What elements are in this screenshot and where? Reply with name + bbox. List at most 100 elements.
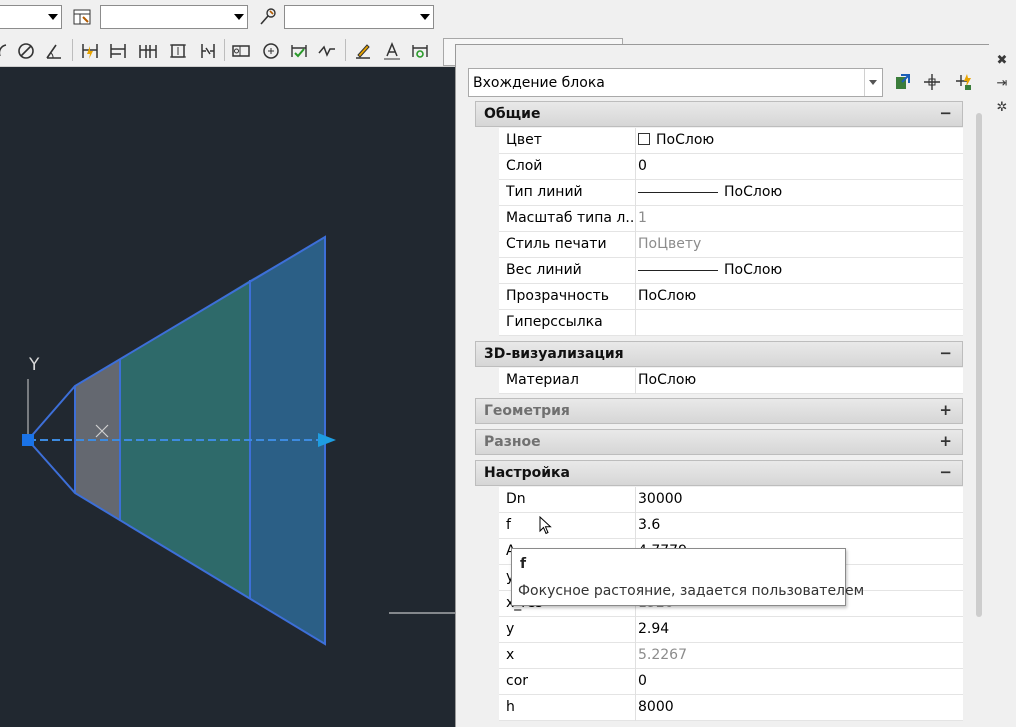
linetype-preview bbox=[638, 191, 718, 193]
collapse-icon[interactable]: − bbox=[939, 463, 952, 481]
property-row-material[interactable]: Материал ПоСлою bbox=[475, 368, 963, 394]
property-row-hyperlink[interactable]: Гиперссылка bbox=[475, 310, 963, 336]
close-icon[interactable]: ✖ bbox=[995, 54, 1009, 68]
property-value: 5.2267 bbox=[638, 647, 687, 663]
property-value: 1 bbox=[638, 210, 647, 226]
object-type-value: Вхождение блока bbox=[473, 75, 605, 91]
property-name: cor bbox=[506, 673, 529, 689]
chevron-down-icon bbox=[420, 14, 430, 20]
expand-icon[interactable]: + bbox=[939, 432, 952, 450]
tooltip-body: Фокусное растояние, задается пользовател… bbox=[518, 583, 865, 599]
property-value: ПоСлою bbox=[656, 132, 715, 148]
chevron-down-icon[interactable] bbox=[864, 69, 882, 96]
center-mark-icon[interactable] bbox=[259, 39, 283, 63]
color-swatch-icon bbox=[638, 133, 650, 145]
category-misc[interactable]: Разное + bbox=[475, 429, 963, 455]
property-value: 0 bbox=[638, 158, 647, 174]
property-value: 2.94 bbox=[638, 621, 670, 637]
axis-arrow-icon bbox=[318, 433, 336, 447]
property-value: 30000 bbox=[638, 491, 683, 507]
category-label: Общие bbox=[484, 106, 541, 122]
property-name: Гиперссылка bbox=[506, 314, 603, 330]
property-value: ПоСлою bbox=[724, 262, 783, 278]
palette-title-strip: ✖ ⇥ ✲ bbox=[989, 44, 1016, 727]
scrollbar-thumb[interactable] bbox=[976, 113, 982, 617]
property-row-linetype-scale[interactable]: Масштаб типа л... 1 bbox=[475, 206, 963, 232]
category-geometry[interactable]: Геометрия + bbox=[475, 398, 963, 424]
property-name: Dn bbox=[506, 491, 526, 507]
property-name: Материал bbox=[506, 372, 579, 388]
category-general[interactable]: Общие − bbox=[475, 101, 963, 127]
tooltip-title: f bbox=[520, 556, 527, 572]
multileader-style-combo[interactable] bbox=[284, 5, 434, 29]
top-toolbar bbox=[0, 0, 455, 35]
property-value: ПоСлою bbox=[638, 288, 697, 304]
multileader-style-icon[interactable] bbox=[256, 5, 280, 29]
property-row-layer[interactable]: Слой 0 bbox=[475, 154, 963, 180]
category-label: 3D-визуализация bbox=[484, 346, 624, 362]
property-name: Слой bbox=[506, 158, 543, 174]
insertion-grip bbox=[22, 434, 34, 446]
property-row-color[interactable]: Цвет ПоСлою bbox=[475, 128, 963, 154]
dimension-break-icon[interactable] bbox=[196, 39, 220, 63]
table-style-icon[interactable] bbox=[70, 5, 94, 29]
property-value: 0 bbox=[638, 673, 647, 689]
property-row-x[interactable]: x 5.2267 bbox=[475, 643, 963, 669]
property-row-y[interactable]: y 2.94 bbox=[475, 617, 963, 643]
properties-menu-icon[interactable]: ✲ bbox=[995, 101, 1009, 115]
property-name: Прозрачность bbox=[506, 288, 609, 304]
property-row-lineweight[interactable]: Вес линий ПоСлою bbox=[475, 258, 963, 284]
category-label: Разное bbox=[484, 434, 541, 450]
dimension-toolbar bbox=[0, 36, 455, 67]
jogged-linear-icon[interactable] bbox=[315, 39, 339, 63]
select-objects-icon[interactable] bbox=[920, 70, 944, 94]
inspect-icon[interactable] bbox=[287, 39, 311, 63]
property-value: 8000 bbox=[638, 699, 674, 715]
object-type-selector[interactable]: Вхождение блока bbox=[468, 68, 883, 97]
table-style-combo[interactable] bbox=[100, 5, 248, 29]
property-tooltip: f Фокусное растояние, задается пользоват… bbox=[511, 548, 864, 606]
property-name: Вес линий bbox=[506, 262, 582, 278]
ucs-y-label: Y bbox=[29, 355, 40, 375]
property-row-dn[interactable]: Dn 30000 bbox=[475, 487, 963, 513]
category-3d-visualization[interactable]: 3D-визуализация − bbox=[475, 341, 963, 367]
collapse-icon[interactable]: − bbox=[939, 104, 952, 122]
property-row-linetype[interactable]: Тип линий ПоСлою bbox=[475, 180, 963, 206]
category-custom[interactable]: Настройка − bbox=[475, 460, 963, 486]
chevron-down-icon bbox=[48, 14, 58, 20]
quick-select-icon[interactable] bbox=[952, 70, 976, 94]
chevron-down-icon bbox=[234, 14, 244, 20]
vertical-scrollbar[interactable] bbox=[975, 101, 983, 619]
continue-dimension-icon[interactable] bbox=[136, 39, 160, 63]
property-row-h[interactable]: h 8000 bbox=[475, 695, 963, 721]
property-name: Тип линий bbox=[506, 184, 583, 200]
category-label: Геометрия bbox=[484, 403, 570, 419]
dimension-edit-icon[interactable] bbox=[351, 39, 375, 63]
property-name: x bbox=[506, 647, 515, 663]
dimension-update-icon[interactable] bbox=[408, 39, 432, 63]
property-value: 3.6 bbox=[638, 517, 661, 533]
dimension-text-edit-icon[interactable] bbox=[380, 39, 404, 63]
toolbar-combo-1[interactable] bbox=[0, 5, 62, 29]
collapse-icon[interactable]: − bbox=[939, 344, 952, 362]
mouse-cursor-icon bbox=[539, 516, 552, 535]
property-row-plot-style[interactable]: Стиль печати ПоЦвету bbox=[475, 232, 963, 258]
auto-hide-icon[interactable]: ⇥ bbox=[995, 77, 1009, 91]
baseline-dimension-icon[interactable] bbox=[106, 39, 130, 63]
tolerance-icon[interactable] bbox=[229, 39, 253, 63]
diameter-dimension-icon[interactable] bbox=[14, 39, 38, 63]
property-value: ПоСлою bbox=[638, 372, 697, 388]
property-name: Стиль печати bbox=[506, 236, 607, 252]
property-name: y bbox=[506, 621, 515, 637]
drawing-area[interactable]: Y bbox=[0, 67, 455, 727]
property-row-transparency[interactable]: Прозрачность ПоСлою bbox=[475, 284, 963, 310]
angular-dimension-icon[interactable] bbox=[42, 39, 66, 63]
adjust-space-icon[interactable] bbox=[166, 39, 190, 63]
property-value: ПоСлою bbox=[724, 184, 783, 200]
quick-dimension-icon[interactable] bbox=[78, 39, 102, 63]
toggle-pickadd-icon[interactable] bbox=[891, 70, 915, 94]
category-label: Настройка bbox=[484, 465, 570, 481]
property-row-cor[interactable]: cor 0 bbox=[475, 669, 963, 695]
property-name: h bbox=[506, 699, 515, 715]
expand-icon[interactable]: + bbox=[939, 401, 952, 419]
